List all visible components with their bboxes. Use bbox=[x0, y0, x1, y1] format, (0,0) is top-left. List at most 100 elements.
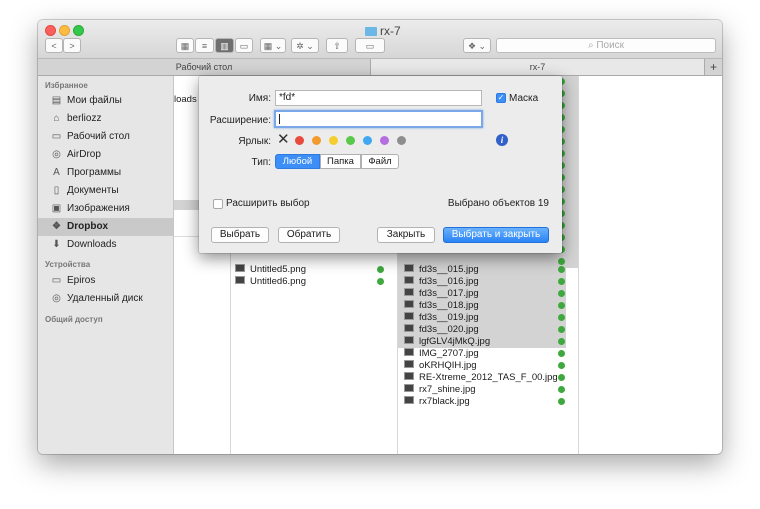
table-row[interactable]: fd3s__020.jpg bbox=[404, 324, 479, 336]
name-field[interactable]: *fd* bbox=[275, 90, 482, 106]
sidebar-item-all-files[interactable]: ▤ Мои файлы bbox=[38, 92, 173, 110]
synced-icon bbox=[377, 266, 384, 273]
sidebar-item-desktop[interactable]: ▭ Рабочий стол bbox=[38, 128, 173, 146]
image-file-icon bbox=[404, 336, 414, 344]
column-view-icon: ▥ bbox=[220, 41, 229, 51]
tab-rx7[interactable]: rx-7 bbox=[371, 59, 704, 75]
image-file-icon bbox=[404, 300, 414, 308]
tag-color-dot[interactable] bbox=[329, 136, 338, 145]
table-row[interactable]: fd3s__016.jpg bbox=[404, 276, 479, 288]
dropbox-toolbar-button[interactable]: ❖ ⌄ bbox=[463, 38, 491, 53]
image-file-icon bbox=[235, 276, 245, 284]
tag-color-dot[interactable] bbox=[346, 136, 355, 145]
list-item[interactable]: Untitled6.png bbox=[235, 276, 306, 288]
applications-icon: A bbox=[53, 167, 60, 178]
action-button[interactable]: ✲ ⌄ bbox=[291, 38, 319, 53]
tag-color-dot[interactable] bbox=[380, 136, 389, 145]
extension-label: Расширение: bbox=[209, 115, 271, 126]
table-row[interactable]: fd3s__019.jpg bbox=[404, 312, 479, 324]
select-dialog: Имя: *fd* ✓ Маска Расширение: Ярлык: ✕ i… bbox=[199, 76, 562, 253]
type-folder-segment[interactable]: Папка bbox=[320, 154, 361, 169]
coverflow-view-button[interactable]: ▭ bbox=[235, 38, 253, 53]
sidebar-item-remote-disc[interactable]: ◎ Удаленный диск bbox=[38, 290, 173, 308]
synced-icon bbox=[558, 278, 565, 285]
sidebar-item-dropbox[interactable]: ❖ Dropbox bbox=[38, 218, 173, 236]
tab-bar: Рабочий стол rx-7 + bbox=[38, 59, 722, 76]
extension-field[interactable] bbox=[274, 110, 483, 128]
image-file-icon bbox=[404, 324, 414, 332]
minimize-window-button[interactable] bbox=[59, 25, 70, 36]
forward-button[interactable]: > bbox=[63, 38, 81, 53]
table-row[interactable]: fd3s__015.jpg bbox=[404, 264, 479, 276]
share-icon: ⇧ bbox=[333, 41, 341, 51]
select-and-close-button[interactable]: Выбрать и закрыть bbox=[443, 227, 549, 243]
edit-tags-button[interactable]: ▭ bbox=[355, 38, 385, 53]
tag-color-dot[interactable] bbox=[363, 136, 372, 145]
table-row[interactable]: RE-Xtreme_2012_TAS_F_00.jpg bbox=[404, 372, 558, 384]
table-row[interactable]: rx7black.jpg bbox=[404, 396, 470, 408]
tab-desktop[interactable]: Рабочий стол bbox=[38, 59, 371, 75]
icon-view-button[interactable]: ▦ bbox=[176, 38, 194, 53]
sidebar-item-downloads[interactable]: ⬇ Downloads bbox=[38, 236, 173, 254]
table-row[interactable]: fd3s__017.jpg bbox=[404, 288, 479, 300]
info-icon[interactable]: i bbox=[496, 134, 508, 146]
synced-icon bbox=[558, 362, 565, 369]
image-file-icon bbox=[404, 396, 414, 404]
synced-icon bbox=[558, 266, 565, 273]
tag-color-dot[interactable] bbox=[312, 136, 321, 145]
synced-icon bbox=[558, 398, 565, 405]
close-button[interactable]: Закрыть bbox=[377, 227, 435, 243]
shared-header: Общий доступ bbox=[45, 315, 103, 324]
synced-icon bbox=[558, 326, 565, 333]
no-tag-icon[interactable]: ✕ bbox=[277, 132, 290, 147]
table-row[interactable]: IMG_2707.jpg bbox=[404, 348, 479, 360]
zoom-window-button[interactable] bbox=[73, 25, 84, 36]
type-any-segment[interactable]: Любой bbox=[275, 154, 320, 169]
sidebar-item-applications[interactable]: A Программы bbox=[38, 164, 173, 182]
back-button[interactable]: < bbox=[45, 38, 63, 53]
tag-color-dot[interactable] bbox=[295, 136, 304, 145]
image-file-icon bbox=[404, 288, 414, 296]
sidebar-item-epiros[interactable]: ▭ Epiros bbox=[38, 272, 173, 290]
list-item[interactable]: loads bbox=[174, 94, 197, 106]
image-file-icon bbox=[404, 264, 414, 272]
tag-color-dot[interactable] bbox=[397, 136, 406, 145]
invert-button[interactable]: Обратить bbox=[278, 227, 340, 243]
mask-checkbox[interactable]: ✓ bbox=[496, 93, 506, 103]
new-tab-button[interactable]: + bbox=[704, 59, 722, 75]
synced-icon bbox=[558, 302, 565, 309]
dropbox-icon: ❖ ⌄ bbox=[467, 41, 487, 51]
sidebar-item-home[interactable]: ⌂ berliozz bbox=[38, 110, 173, 128]
search-field[interactable]: ⌕ Поиск bbox=[496, 38, 716, 53]
airdrop-icon: ◎ bbox=[52, 149, 61, 160]
desktop-icon: ▭ bbox=[51, 131, 62, 142]
list-view-icon: ≡ bbox=[201, 41, 208, 51]
close-window-button[interactable] bbox=[45, 25, 56, 36]
list-item[interactable]: Untitled5.png bbox=[235, 264, 306, 276]
coverflow-icon: ▭ bbox=[239, 41, 249, 51]
share-button[interactable]: ⇧ bbox=[326, 38, 348, 53]
list-view-button[interactable]: ≡ bbox=[195, 38, 214, 53]
table-row[interactable]: oKRHQIH.jpg bbox=[404, 360, 477, 372]
expand-selection-label: Расширить выбор bbox=[226, 198, 310, 209]
image-file-icon bbox=[404, 384, 414, 392]
column-view-button[interactable]: ▥ bbox=[215, 38, 234, 53]
synced-icon bbox=[558, 338, 565, 345]
sidebar-item-pictures[interactable]: ▣ Изображения bbox=[38, 200, 173, 218]
table-row[interactable]: rx7_shine.jpg bbox=[404, 384, 476, 396]
select-button[interactable]: Выбрать bbox=[211, 227, 269, 243]
expand-selection-checkbox[interactable] bbox=[213, 199, 223, 209]
table-row[interactable]: lgfGLV4jMkQ.jpg bbox=[404, 336, 490, 348]
arrange-button[interactable]: ▦ ⌄ bbox=[260, 38, 286, 53]
documents-icon: ▯ bbox=[53, 185, 60, 196]
devices-header: Устройства bbox=[45, 260, 91, 269]
synced-icon bbox=[558, 386, 565, 393]
sidebar-item-documents[interactable]: ▯ Документы bbox=[38, 182, 173, 200]
type-file-segment[interactable]: Файл bbox=[361, 154, 399, 169]
table-row[interactable]: fd3s__018.jpg bbox=[404, 300, 479, 312]
home-icon: ⌂ bbox=[53, 113, 60, 124]
arrange-icon: ▦ ⌄ bbox=[263, 41, 283, 51]
sidebar-item-airdrop[interactable]: ◎ AirDrop bbox=[38, 146, 173, 164]
dropbox-icon: ❖ bbox=[52, 221, 61, 232]
downloads-icon: ⬇ bbox=[52, 239, 61, 250]
